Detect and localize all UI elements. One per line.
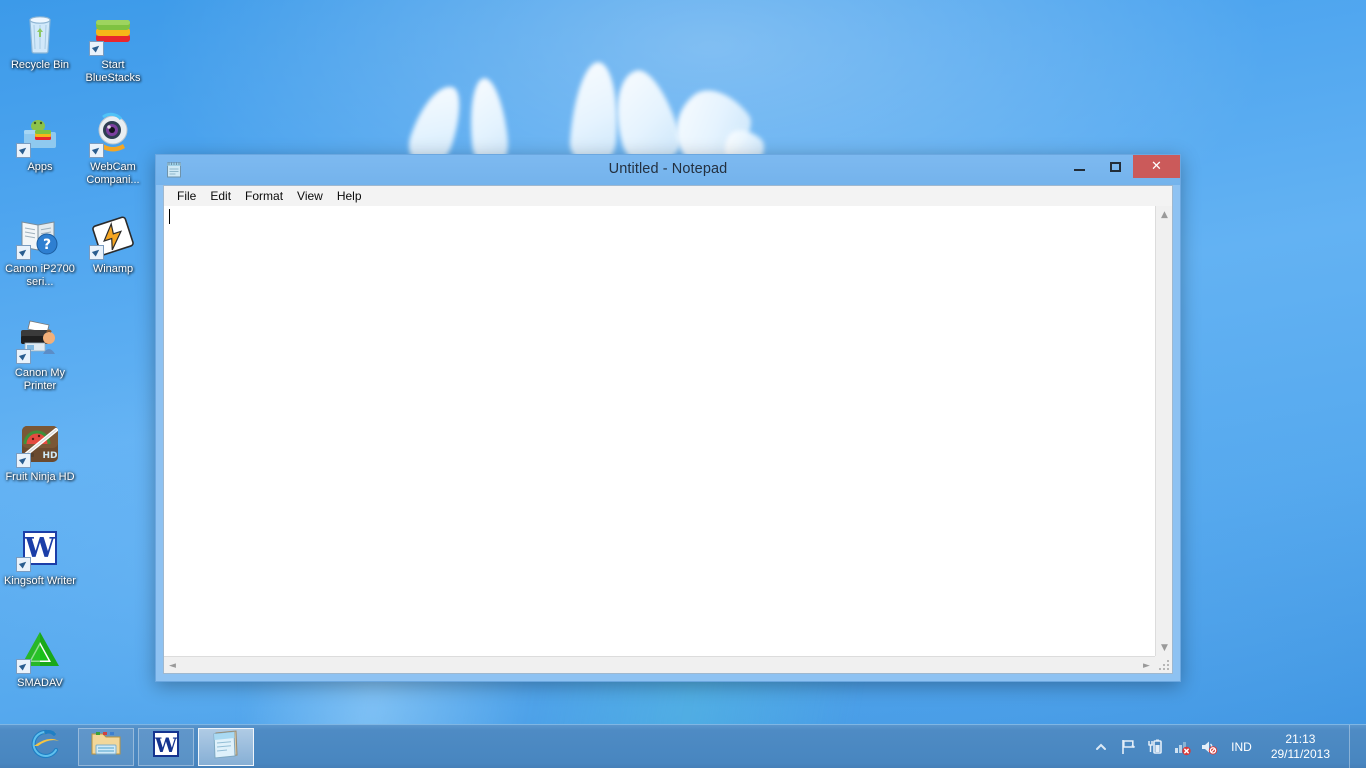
scroll-down-arrow-icon[interactable]: ▼ [1156,639,1173,656]
flag-icon [1122,739,1136,754]
maximize-button[interactable] [1097,155,1133,178]
desktop-icon-label: Kingsoft Writer [4,575,76,587]
bluestacks-icon [89,8,137,56]
show-hidden-icons-button[interactable] [1092,738,1110,756]
network-button[interactable] [1173,738,1191,756]
taskbar-button-kingsoft-writer[interactable]: W [138,727,194,766]
language-indicator[interactable]: IND [1227,740,1256,754]
desktop-icon-label: Apps [27,161,53,173]
menu-item-file[interactable]: File [170,187,203,205]
menu-item-format[interactable]: Format [238,187,290,205]
svg-text:?: ? [43,237,51,253]
shortcut-overlay-icon [89,245,104,260]
resize-grip-icon [1159,660,1170,671]
close-button[interactable]: ✕ [1133,155,1180,178]
menu-item-help[interactable]: Help [330,187,369,205]
recycle-bin-icon [16,8,64,56]
shortcut-overlay-icon [16,557,31,572]
desktop-icon-label: Canon iP2700 seri... [5,263,75,288]
clock-time: 21:13 [1285,731,1316,746]
menu-item-edit[interactable]: Edit [203,187,238,205]
scroll-left-arrow-icon[interactable]: ◄ [164,657,181,674]
taskbar-buttons: W [0,727,254,767]
desktop-icon-label: SMADAV [17,677,63,689]
network-off-icon [1175,741,1191,755]
kingsoft-writer-icon: W [151,729,181,764]
shortcut-overlay-icon [89,143,104,158]
action-center-button[interactable] [1119,738,1137,756]
notepad-text-area[interactable] [164,206,1155,656]
desktop-icon-webcam-companion[interactable]: WebCam Compani... [76,110,150,186]
taskbar[interactable]: W IND 21:13 29/11/2013 [0,724,1366,768]
desktop-icon-label: Fruit Ninja HD [5,471,75,483]
text-caret [169,209,170,224]
notepad-client-area: ▲ ▼ ◄ ► [163,206,1173,674]
shortcut-overlay-icon [16,453,31,468]
resize-grip[interactable] [1155,656,1172,673]
kingsoft-writer-icon: W [16,524,64,572]
notepad-window[interactable]: Untitled - Notepad ✕ File Edit Format Vi… [155,154,1181,682]
horizontal-scrollbar[interactable]: ◄ ► [164,656,1155,673]
scroll-right-arrow-icon[interactable]: ► [1138,657,1155,674]
desktop-icon-kingsoft-writer[interactable]: W Kingsoft Writer [3,524,77,588]
apps-folder-icon [16,110,64,158]
vertical-scrollbar[interactable]: ▲ ▼ [1155,206,1172,656]
volume-button[interactable] [1200,738,1218,756]
desktop-icon-fruit-ninja-hd[interactable]: HD Fruit Ninja HD [3,420,77,484]
desktop[interactable]: Recycle Bin Start BlueStacks Apps WebCam… [0,0,1366,768]
desktop-icon-label: Recycle Bin [10,59,70,71]
notepad-menubar[interactable]: File Edit Format View Help [163,185,1173,206]
shortcut-overlay-icon [89,41,104,56]
menu-item-view[interactable]: View [290,187,330,205]
taskbar-button-file-explorer[interactable] [78,727,134,766]
volume-mute-icon [1202,741,1218,755]
desktop-icon-start-bluestacks[interactable]: Start BlueStacks [76,8,150,84]
desktop-icon-label: Start BlueStacks [85,59,141,84]
svg-text:W: W [154,733,178,757]
shortcut-overlay-icon [16,143,31,158]
window-controls: ✕ [1061,155,1180,178]
desktop-icon-canon-ip2700[interactable]: ? Canon iP2700 seri... [3,212,77,288]
window-title: Untitled - Notepad [608,161,728,177]
desktop-icon-label: WebCam Compani... [86,161,140,186]
notepad-titlebar[interactable]: Untitled - Notepad ✕ [156,155,1180,185]
desktop-icon-winamp[interactable]: Winamp [76,212,150,276]
svg-text:HD: HD [42,451,57,461]
battery-icon [1148,739,1162,754]
shortcut-overlay-icon [16,659,31,674]
file-explorer-icon [90,729,122,764]
taskbar-button-notepad[interactable] [198,727,254,766]
system-tray[interactable]: IND 21:13 29/11/2013 [1092,724,1366,768]
printer-icon [16,316,64,364]
desktop-icon-canon-my-printer[interactable]: Canon My Printer [3,316,77,392]
desktop-icon-label: Winamp [92,263,134,275]
canon-manual-icon: ? [16,212,64,260]
desktop-icon-recycle-bin[interactable]: Recycle Bin [3,8,77,72]
wallpaper-petal [568,60,622,168]
webcam-icon [89,110,137,158]
shortcut-overlay-icon [16,245,31,260]
clock-date: 29/11/2013 [1270,746,1330,761]
desktop-icon-apps[interactable]: Apps [3,110,77,174]
shortcut-overlay-icon [16,349,31,364]
taskbar-button-internet-explorer[interactable] [18,728,74,766]
notepad-icon [210,729,242,764]
battery-button[interactable] [1146,738,1164,756]
scroll-up-arrow-icon[interactable]: ▲ [1156,206,1173,223]
winamp-icon [89,212,137,260]
minimize-icon [1073,169,1085,171]
close-icon: ✕ [1151,159,1162,174]
smadav-icon [16,626,64,674]
show-desktop-button[interactable] [1349,724,1358,768]
desktop-icon-smadav[interactable]: SMADAV [3,626,77,690]
clock[interactable]: 21:13 29/11/2013 [1265,732,1338,762]
chevron-up-icon [1096,743,1107,750]
fruit-ninja-icon: HD [16,420,64,468]
desktop-icon-label: Canon My Printer [14,367,66,392]
minimize-button[interactable] [1061,155,1097,178]
maximize-icon [1109,161,1121,172]
internet-explorer-icon [29,728,63,765]
